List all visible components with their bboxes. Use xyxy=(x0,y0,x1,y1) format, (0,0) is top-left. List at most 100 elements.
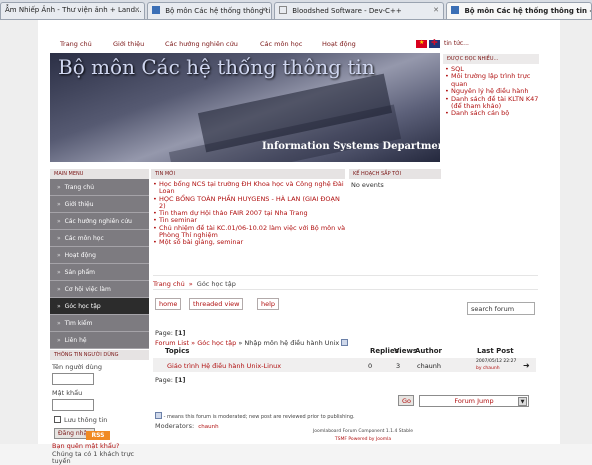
footer-credit[interactable]: TSMF Powered by Joomla xyxy=(263,437,463,442)
breadcrumb-separator: » xyxy=(191,339,196,347)
menu-item-jobs[interactable]: Cơ hội việc làm xyxy=(50,281,149,298)
moderator-link[interactable]: chaunh xyxy=(198,424,218,430)
moderated-note: - means this forum is moderated; new pos… xyxy=(155,412,355,420)
footer-component: Joomlaboard Forum Component 1.1.4 Stable xyxy=(312,429,414,434)
menu-item-research[interactable]: Các hướng nghiên cứu xyxy=(50,213,149,230)
lost-password-link[interactable]: Bạn quên mật khẩu? xyxy=(52,442,149,450)
moderators-line: Moderators: chaunh xyxy=(155,422,219,430)
nav-item-activities[interactable]: Hoạt động xyxy=(322,40,356,48)
tab-title: Bộ môn Các hệ thống thông tin - Khoa... xyxy=(165,7,271,15)
news-link[interactable]: tin tức... xyxy=(444,40,469,47)
tab-close-icon[interactable]: ✕ xyxy=(433,6,439,14)
menu-item-about[interactable]: Giới thiệu xyxy=(50,196,149,213)
vietnam-flag-icon[interactable] xyxy=(416,39,427,48)
most-read-item[interactable]: Danh sách cán bộ xyxy=(443,110,539,119)
forum-home-button[interactable]: home xyxy=(155,298,182,310)
forum-panel: home threaded view help search forum Pag… xyxy=(153,296,538,446)
pagination-bottom: Page: [1] xyxy=(155,376,185,384)
browser-tab[interactable]: Bộ môn Các hệ thống thông tin - Khoa... … xyxy=(147,2,272,19)
main-menu-title: MAIN MENU xyxy=(50,169,149,179)
remember-checkbox[interactable] xyxy=(54,416,61,423)
username-label: Tên người dùng xyxy=(52,363,102,371)
menu-item-courses[interactable]: Các môn học xyxy=(50,230,149,247)
breadcrumb-separator: » xyxy=(188,280,193,288)
uk-flag-icon[interactable] xyxy=(429,38,440,48)
col-last-post: Last Post xyxy=(477,347,514,355)
nav-item-courses[interactable]: Các môn học xyxy=(260,40,302,48)
page-number[interactable]: [1] xyxy=(175,376,185,384)
window-margin-right xyxy=(560,20,592,444)
chevron-down-icon[interactable]: ▼ xyxy=(518,397,527,406)
upcoming-title: KẾ HOẠCH SẮP TỚI xyxy=(349,169,441,179)
news-item[interactable]: Chủ nhiệm đề tài KC.01/06-10.02 làm việc… xyxy=(151,224,346,240)
page-icon xyxy=(279,6,287,14)
forum-list-link[interactable]: Forum List xyxy=(155,339,189,347)
browser-tab[interactable]: Ẫm Nhiếp Ảnh - Thư viện ảnh + Land... ✕ xyxy=(0,2,145,19)
topic-link[interactable]: Giáo trình Hệ điều hành Unix-Linux xyxy=(167,362,281,370)
author-name: chaunh xyxy=(417,362,442,370)
menu-item-products[interactable]: Sản phẩm xyxy=(50,264,149,281)
forum-jump-value: Forum Jump xyxy=(454,397,494,405)
most-read-title: ĐƯỢC ĐỌC NHIỀU... xyxy=(443,54,539,64)
favicon-icon xyxy=(152,6,160,14)
views-count: 3 xyxy=(396,362,401,370)
password-field[interactable] xyxy=(52,399,94,411)
moderated-icon xyxy=(341,339,349,346)
news-item[interactable]: Học bổng NCS tại trường ĐH Khoa học và C… xyxy=(151,180,346,196)
remember-row: Lưu thông tin xyxy=(54,416,149,426)
favicon-icon xyxy=(451,6,459,14)
news-item[interactable]: HỌC BỔNG TOÀN PHẦN HUYGENS - HÀ LAN (GIA… xyxy=(151,195,346,211)
tab-close-icon[interactable]: ✕ xyxy=(261,6,267,14)
tab-close-icon[interactable]: ✕ xyxy=(134,6,140,14)
col-topics: Topics xyxy=(165,347,190,355)
most-read-item[interactable]: Danh sách đề tài KLTN K47 (để tham khảo) xyxy=(443,95,539,111)
divider xyxy=(153,289,538,290)
col-views: Views xyxy=(394,347,418,355)
top-nav: Trang chủ Giới thiệu Các hướng nghiên cứ… xyxy=(50,38,470,52)
moderated-icon xyxy=(155,412,162,419)
replies-count: 0 xyxy=(368,362,373,370)
nav-item-about[interactable]: Giới thiệu xyxy=(113,40,144,48)
table-row[interactable]: Giáo trình Hệ điều hành Unix-Linux 0 3 c… xyxy=(153,358,536,372)
news-item[interactable]: Một số bài giảng, seminar xyxy=(151,239,346,247)
username-field[interactable] xyxy=(52,373,94,385)
forum-current: Nhập môn hệ điều hành Unix xyxy=(244,339,340,347)
go-to-last-post-icon[interactable]: ➜ xyxy=(523,361,530,370)
threaded-view-button[interactable]: threaded view xyxy=(189,298,244,310)
banner-subtitle: Information Systems Department xyxy=(262,141,440,152)
rss-button[interactable]: RSS xyxy=(86,431,110,440)
col-author: Author xyxy=(415,347,442,355)
browser-tab-bar: Ẫm Nhiếp Ảnh - Thư viện ảnh + Land... ✕ … xyxy=(0,0,592,20)
last-post-author[interactable]: by chaunh xyxy=(476,366,500,371)
pagination-top: Page: [1] xyxy=(155,329,185,337)
last-post-date: 2007/05/12 22:27 xyxy=(476,359,517,364)
tab-title: Bộ môn Các hệ thống thông tin - ... xyxy=(464,7,592,15)
forum-breadcrumb: Forum List » Góc học tập » Nhập môn hệ đ… xyxy=(155,339,349,347)
most-read-item[interactable]: Môi trường lập trình trực quan xyxy=(443,73,539,88)
nav-item-home[interactable]: Trang chủ xyxy=(60,40,92,48)
most-read-list: SQL Môi trường lập trình trực quan Nguyê… xyxy=(443,65,539,119)
forum-search-input[interactable]: search forum xyxy=(467,302,535,315)
breadcrumb: Trang chủ» Góc học tập xyxy=(153,275,538,289)
news-title: TIN MỚI xyxy=(151,169,345,179)
forum-section-link[interactable]: Góc học tập xyxy=(197,339,236,347)
login-title: THÔNG TIN NGƯỜI DÙNG xyxy=(50,350,149,360)
news-list: Học bổng NCS tại trường ĐH Khoa học và C… xyxy=(151,180,346,265)
forum-jump-select[interactable]: Forum Jump ▼ xyxy=(419,395,529,407)
menu-item-home[interactable]: Trang chủ xyxy=(50,179,149,196)
menu-item-study-corner[interactable]: Góc học tập xyxy=(50,298,149,315)
web-page: Trang chủ Giới thiệu Các hướng nghiên cứ… xyxy=(38,20,560,465)
password-label: Mật khẩu xyxy=(52,389,83,397)
moderators-label: Moderators: xyxy=(155,422,195,430)
breadcrumb-home[interactable]: Trang chủ xyxy=(153,280,185,288)
breadcrumb-separator: » xyxy=(238,339,243,347)
browser-tab[interactable]: Bloodshed Software - Dev-C++ ✕ xyxy=(274,2,444,19)
page-number[interactable]: [1] xyxy=(175,329,185,337)
menu-item-activities[interactable]: Hoạt động xyxy=(50,247,149,264)
browser-tab-active[interactable]: Bộ môn Các hệ thống thông tin - ... xyxy=(446,2,592,19)
help-button[interactable]: help xyxy=(257,298,280,310)
menu-item-contact[interactable]: Liên hệ xyxy=(50,332,149,349)
nav-item-research[interactable]: Các hướng nghiên cứu xyxy=(165,40,238,48)
menu-item-search[interactable]: Tìm kiếm xyxy=(50,315,149,332)
go-button[interactable]: Go xyxy=(398,395,414,406)
